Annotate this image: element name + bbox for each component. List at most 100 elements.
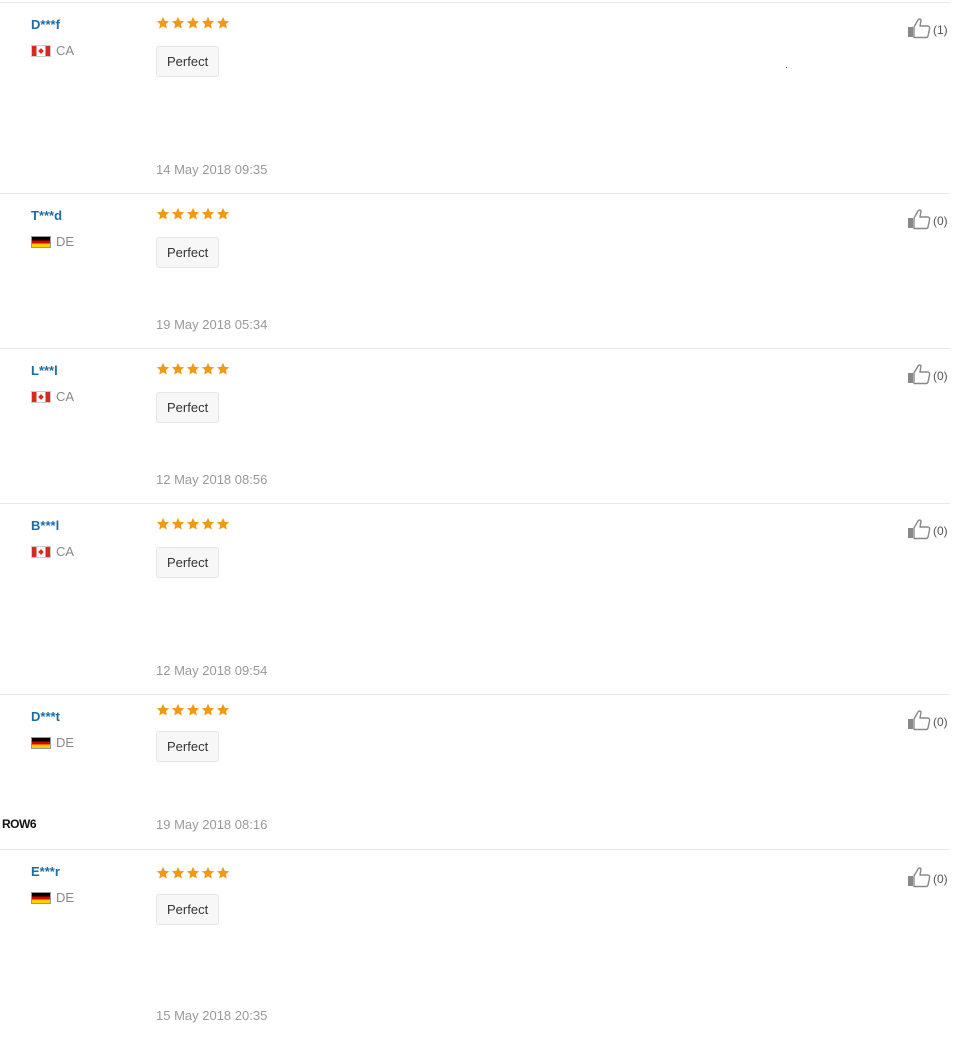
review-tag: Perfect bbox=[156, 731, 220, 762]
helpful-button[interactable]: (1) bbox=[907, 17, 948, 42]
star-icon bbox=[186, 517, 200, 530]
review-date: 12 May 2018 09:54 bbox=[156, 663, 268, 678]
star-rating bbox=[156, 517, 230, 531]
country-code: CA bbox=[56, 544, 75, 559]
reviewer-country: DE bbox=[31, 735, 74, 750]
star-icon bbox=[171, 866, 185, 879]
helpful-count: (1) bbox=[933, 22, 948, 37]
star-icon bbox=[216, 517, 230, 530]
star-icon bbox=[201, 362, 215, 375]
star-icon bbox=[156, 703, 170, 716]
star-icon bbox=[156, 362, 170, 375]
helpful-button[interactable]: (0) bbox=[907, 866, 948, 891]
review-tag: Perfect bbox=[156, 894, 220, 925]
reviewer-name-link[interactable]: D***f bbox=[31, 17, 60, 32]
divider bbox=[0, 2, 950, 3]
thumbs-up-glyph bbox=[908, 519, 931, 540]
review-tag: Perfect bbox=[156, 46, 220, 77]
star-icon bbox=[216, 703, 230, 716]
country-code: DE bbox=[56, 735, 75, 750]
review-date: 14 May 2018 09:35 bbox=[156, 162, 268, 177]
reviewer-country: DE bbox=[31, 890, 74, 905]
star-rating bbox=[156, 362, 230, 376]
review-tag: Perfect bbox=[156, 392, 220, 423]
country-code: DE bbox=[56, 890, 75, 905]
divider bbox=[0, 849, 950, 850]
canada-flag-icon bbox=[31, 545, 51, 558]
review-date: 15 May 2018 20:35 bbox=[156, 1008, 268, 1023]
star-icon bbox=[186, 16, 200, 29]
reviewer-name-link[interactable]: E***r bbox=[31, 864, 60, 879]
star-icon bbox=[201, 517, 215, 530]
star-icon bbox=[201, 866, 215, 879]
reviewer-country: DE bbox=[31, 234, 74, 249]
thumbs-up-glyph bbox=[908, 364, 931, 385]
star-icon bbox=[171, 16, 185, 29]
star-rating bbox=[156, 207, 230, 221]
speck-mark bbox=[786, 67, 787, 68]
review-date: 12 May 2018 08:56 bbox=[156, 472, 268, 487]
row-marker-label: ROW6 bbox=[2, 817, 37, 831]
star-icon bbox=[186, 703, 200, 716]
country-code: CA bbox=[56, 389, 75, 404]
thumbs-up-glyph bbox=[908, 209, 931, 230]
star-icon bbox=[186, 207, 200, 220]
reviewer-name-link[interactable]: D***t bbox=[31, 709, 60, 724]
helpful-count: (0) bbox=[933, 714, 948, 729]
reviewer-name-link[interactable]: T***d bbox=[31, 208, 62, 223]
helpful-button[interactable]: (0) bbox=[907, 518, 948, 543]
star-icon bbox=[186, 362, 200, 375]
star-icon bbox=[171, 207, 185, 220]
thumbs-up-icon bbox=[907, 17, 933, 42]
star-icon bbox=[201, 16, 215, 29]
helpful-count: (0) bbox=[933, 213, 948, 228]
star-icon bbox=[201, 207, 215, 220]
star-icon bbox=[216, 362, 230, 375]
helpful-button[interactable]: (0) bbox=[907, 208, 948, 233]
star-rating bbox=[156, 703, 230, 717]
reviewer-country: CA bbox=[31, 389, 74, 404]
thumbs-up-icon bbox=[907, 709, 933, 734]
helpful-count: (0) bbox=[933, 871, 948, 886]
star-icon bbox=[216, 207, 230, 220]
star-icon bbox=[216, 866, 230, 879]
star-icon bbox=[156, 207, 170, 220]
review-tag: Perfect bbox=[156, 547, 220, 578]
review-date: 19 May 2018 05:34 bbox=[156, 317, 268, 332]
thumbs-up-icon bbox=[907, 866, 933, 891]
helpful-count: (0) bbox=[933, 368, 948, 383]
helpful-count: (0) bbox=[933, 523, 948, 538]
germany-flag-icon bbox=[31, 891, 51, 904]
star-rating bbox=[156, 866, 230, 880]
canada-flag-icon bbox=[31, 44, 51, 57]
helpful-button[interactable]: (0) bbox=[907, 709, 948, 734]
country-code: CA bbox=[56, 43, 75, 58]
thumbs-up-icon bbox=[907, 518, 933, 543]
star-icon bbox=[171, 362, 185, 375]
star-icon bbox=[171, 703, 185, 716]
review-date: 19 May 2018 08:16 bbox=[156, 817, 268, 832]
reviewer-name-link[interactable]: L***l bbox=[31, 363, 58, 378]
star-icon bbox=[186, 866, 200, 879]
review-tag: Perfect bbox=[156, 237, 220, 268]
canada-flag-icon bbox=[31, 390, 51, 403]
star-icon bbox=[216, 16, 230, 29]
divider bbox=[0, 348, 950, 349]
divider bbox=[0, 694, 950, 695]
country-code: DE bbox=[56, 234, 75, 249]
thumbs-up-icon bbox=[907, 208, 933, 233]
thumbs-up-icon bbox=[907, 363, 933, 388]
star-icon bbox=[156, 16, 170, 29]
star-icon bbox=[156, 517, 170, 530]
star-rating bbox=[156, 16, 230, 30]
star-icon bbox=[201, 703, 215, 716]
star-icon bbox=[156, 866, 170, 879]
divider bbox=[0, 193, 950, 194]
germany-flag-icon bbox=[31, 235, 51, 248]
thumbs-up-glyph bbox=[908, 710, 931, 731]
reviewer-country: CA bbox=[31, 43, 74, 58]
germany-flag-icon bbox=[31, 736, 51, 749]
divider bbox=[0, 503, 950, 504]
helpful-button[interactable]: (0) bbox=[907, 363, 948, 388]
reviewer-name-link[interactable]: B***l bbox=[31, 518, 59, 533]
